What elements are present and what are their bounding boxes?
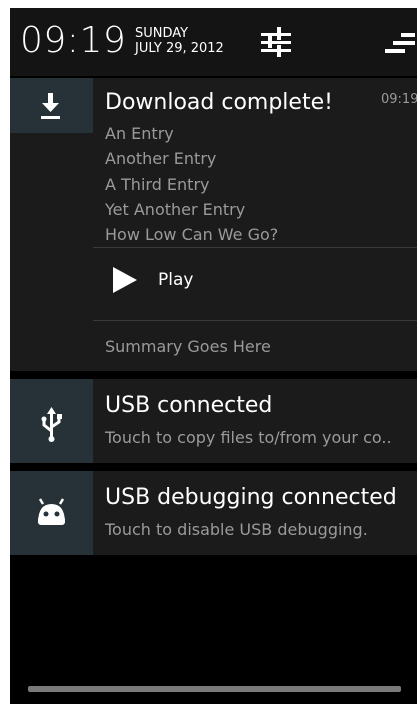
usb-debugging-notification[interactable]: USB debugging connected Touch to disable… (10, 471, 417, 555)
quick-settings-icon[interactable] (259, 26, 293, 58)
inbox-line-4: Yet Another Entry (105, 200, 246, 219)
status-header: 09:19 SUNDAY JULY 29, 2012 (10, 8, 417, 76)
usb-text: Touch to copy files to/from your co.. (105, 428, 392, 447)
usb-notification[interactable]: USB connected Touch to copy files to/fro… (10, 379, 417, 463)
shade-drag-handle[interactable] (28, 686, 401, 692)
play-label: Play (158, 270, 194, 290)
action-divider-bottom (93, 320, 417, 321)
download-time: 09:19 (381, 92, 417, 107)
play-action-button[interactable]: Play (93, 248, 417, 320)
inbox-line-5: How Low Can We Go? (105, 225, 279, 244)
usb-icon-tile (10, 379, 93, 463)
play-icon (113, 267, 137, 293)
download-icon-tile (10, 78, 93, 133)
usb-debugging-title: USB debugging connected (105, 485, 397, 510)
download-notification[interactable]: Download complete! 09:19 An Entry Anothe… (10, 78, 417, 371)
summary-text: Summary Goes Here (105, 337, 271, 356)
usb-debugging-text: Touch to disable USB debugging. (105, 520, 368, 539)
notification-shade: 09:19 SUNDAY JULY 29, 2012 Download comp… (10, 8, 417, 704)
debug-icon-tile (10, 471, 93, 555)
day-label: SUNDAY (135, 26, 189, 41)
download-title: Download complete! (105, 90, 333, 115)
clear-all-icon[interactable] (381, 32, 415, 58)
date-label: JULY 29, 2012 (135, 41, 224, 56)
inbox-line-3: A Third Entry (105, 175, 210, 194)
usb-title: USB connected (105, 393, 273, 418)
date-block: SUNDAY JULY 29, 2012 (135, 26, 224, 56)
android-debug-icon (38, 498, 65, 525)
inbox-line-2: Another Entry (105, 149, 217, 168)
clock: 09:19 (20, 20, 127, 61)
download-icon (41, 93, 60, 119)
usb-icon (41, 407, 62, 442)
inbox-line-1: An Entry (105, 124, 174, 143)
